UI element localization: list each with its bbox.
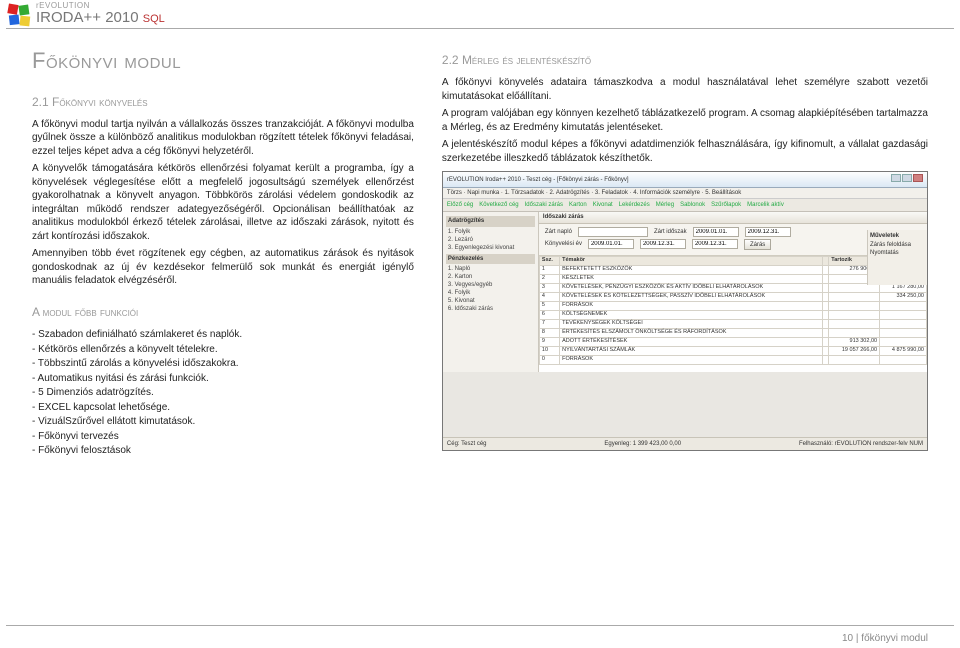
field-label: Könyvelési év	[545, 240, 582, 248]
app-screenshot: rEVOLUTION Iroda++ 2010 - Teszt cég - [F…	[442, 171, 928, 451]
sidebar-item[interactable]: 4. Folyik	[446, 289, 535, 297]
konyv-from-input[interactable]	[588, 239, 634, 249]
section-2-2: 2.2 Mérleg és jelentéskészítő	[442, 52, 928, 68]
zart-to-input[interactable]	[745, 227, 791, 237]
table-row[interactable]: 6KÖLTSÉGNEMEK	[539, 310, 926, 319]
field-label: Zárt időszak	[654, 228, 687, 236]
field-label: Zárt napló	[545, 228, 572, 236]
sidebar-item[interactable]: 6. Időszaki zárás	[446, 305, 535, 313]
status-bar: Cég: Teszt cég Egyenleg: 1 399 423,00 0,…	[443, 437, 927, 450]
function-item: - Szabadon definiálható számlakeret és n…	[32, 328, 414, 342]
op-item[interactable]: Zárás feloldása	[870, 241, 925, 249]
function-item: - Automatikus nyitási és zárási funkciók…	[32, 372, 414, 386]
table-row[interactable]: 8ÉRTÉKESÍTÉS ELSZÁMOLT ÖNKÖLTSÉGE ÉS RÁF…	[539, 328, 926, 337]
table-row[interactable]: 4KÖVETELÉSEK ÉS KÖTELEZETTSÉGEK, PASSZÍV…	[539, 292, 926, 301]
table-row[interactable]: 10NYILVÁNTARTÁSI SZÁMLÁK19 057 266,004 8…	[539, 346, 926, 355]
sidebar-item[interactable]: 1. Folyik	[446, 228, 535, 236]
brand-bar: rEVOLUTION IRODA++ 2010 SQL	[0, 0, 165, 28]
right-column: 2.2 Mérleg és jelentéskészítő A főkönyvi…	[442, 46, 928, 459]
zaras-button[interactable]: Zárás	[744, 239, 771, 250]
zart-from-input[interactable]	[693, 227, 739, 237]
para: A főkönyvi könyvelés adataira támaszkodv…	[442, 76, 928, 103]
left-column: Főkönyvi modul 2.1 Főkönyvi könyvelés A …	[32, 46, 414, 459]
sidebar-item[interactable]: 2. Karton	[446, 273, 535, 281]
para: Amennyiben több évet rögzítenek egy cégb…	[32, 247, 414, 288]
page-footer: 10 | főkönyvi modul	[842, 633, 928, 644]
function-item: - EXCEL kapcsolat lehetősége.	[32, 401, 414, 415]
operations-panel: Műveletek Zárás feloldása Nyomtatás	[867, 230, 927, 285]
toolbar-item[interactable]: Kivonat	[593, 201, 613, 209]
sidebar-group: Adatrögzítés	[446, 216, 535, 226]
rule-top	[6, 28, 954, 29]
sidebar-item[interactable]: 3. Egyenlegezési kivonat	[446, 244, 535, 252]
sidebar-item[interactable]: 5. Kivonat	[446, 297, 535, 305]
sidebar-group: Pénzkezelés	[446, 254, 535, 264]
toolbar-item[interactable]: Mérleg	[656, 201, 674, 209]
table-row[interactable]: 0FORRÁSOK	[539, 355, 926, 364]
window-titlebar: rEVOLUTION Iroda++ 2010 - Teszt cég - [F…	[443, 172, 927, 188]
para: A könyvelők támogatására kétkörös ellenő…	[32, 162, 414, 243]
op-item[interactable]: Nyomtatás	[870, 249, 925, 257]
para: A főkönyvi modul tartja nyilván a vállal…	[32, 118, 414, 159]
para: A jelentéskészítő modul képes a főkönyvi…	[442, 138, 928, 165]
toolbar-item[interactable]: Marcelik aktív	[747, 201, 784, 209]
rule-bottom	[6, 625, 954, 626]
konyv-date-input[interactable]	[692, 239, 738, 249]
function-item: - VizuálSzűrővel ellátott kimutatások.	[32, 415, 414, 429]
function-list: - Szabadon definiálható számlakeret és n…	[32, 328, 414, 458]
function-item: - 5 Dimenziós adatrögzítés.	[32, 386, 414, 400]
toolbar-item[interactable]: Előző cég	[447, 201, 473, 209]
section-2-1: 2.1 Főkönyvi könyvelés	[32, 94, 414, 110]
sidebar[interactable]: Adatrögzítés 1. Folyik2. Lezáró3. Egyenl…	[443, 212, 539, 372]
window-buttons[interactable]	[890, 174, 923, 185]
module-title: Főkönyvi modul	[32, 46, 414, 76]
zart-naplo-input[interactable]	[578, 227, 648, 237]
table-row[interactable]: 5FORRÁSOK	[539, 301, 926, 310]
toolbar-item[interactable]: Következő cég	[479, 201, 518, 209]
toolbar[interactable]: Előző cég Következő cég Időszaki zárás Kart…	[443, 199, 927, 212]
sidebar-item[interactable]: 3. Vegyes/egyéb	[446, 281, 535, 289]
menu-bar[interactable]: Törzs · Napi munka · 1. Törzsadatok · 2.…	[443, 188, 927, 199]
sidebar-item[interactable]: 2. Lezáró	[446, 236, 535, 244]
toolbar-item[interactable]: Szűrőlapok	[711, 201, 741, 209]
sidebar-item[interactable]: 1. Napló	[446, 265, 535, 273]
brand-title: IRODA++ 2010 SQL	[36, 10, 165, 25]
table-row[interactable]: 9ADOTT ÉRTÉKESÍTÉSEK913 302,00	[539, 337, 926, 346]
toolbar-item[interactable]: Karton	[569, 201, 587, 209]
logo-icon	[6, 2, 32, 28]
functions-title: A modul főbb funkciói	[32, 304, 414, 320]
function-item: - Kétkörös ellenőrzés a könyvelt tételek…	[32, 343, 414, 357]
toolbar-item[interactable]: Sablonok	[680, 201, 705, 209]
para: A program valójában egy könnyen kezelhet…	[442, 107, 928, 134]
konyv-to-input[interactable]	[640, 239, 686, 249]
table-row[interactable]: 7TEVÉKENYSÉGEK KÖLTSÉGEI	[539, 319, 926, 328]
window-title: rEVOLUTION Iroda++ 2010 - Teszt cég - [F…	[447, 176, 629, 184]
function-item: - Többszintű zárolás a könyvelési idősza…	[32, 357, 414, 371]
panel-header: Időszaki zárás	[539, 212, 927, 223]
toolbar-item[interactable]: Lekérdezés	[619, 201, 650, 209]
function-item: - Főkönyvi felosztások	[32, 444, 414, 458]
function-item: - Főkönyvi tervezés	[32, 430, 414, 444]
toolbar-item[interactable]: Időszaki zárás	[525, 201, 563, 209]
